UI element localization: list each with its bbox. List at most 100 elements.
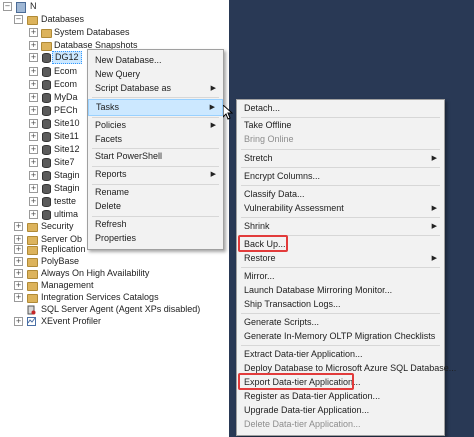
menu-item-detach[interactable]: Detach...: [237, 101, 444, 116]
menu-item-mirror[interactable]: Mirror...: [237, 269, 444, 284]
plus-icon[interactable]: +: [29, 132, 38, 141]
menu-item-label: Register as Data-tier Application...: [244, 391, 381, 401]
menu-item-label: Launch Database Mirroring Monitor...: [244, 285, 393, 295]
menu-item-ship-transaction-logs[interactable]: Ship Transaction Logs...: [237, 297, 444, 312]
plus-icon[interactable]: +: [14, 281, 23, 290]
menu-item-policies[interactable]: Policies ▶: [88, 118, 223, 133]
plus-icon[interactable]: +: [29, 93, 38, 102]
menu-item-label: Properties: [95, 233, 137, 243]
menu-item-start-powershell[interactable]: Start PowerShell: [88, 149, 223, 164]
plus-icon[interactable]: +: [14, 222, 23, 231]
plus-icon[interactable]: +: [29, 197, 38, 206]
plus-icon[interactable]: +: [29, 53, 38, 62]
menu-item-restore[interactable]: Restore ▶: [237, 251, 444, 266]
plus-icon[interactable]: +: [14, 317, 23, 326]
menu-item-classify-data[interactable]: Classify Data...: [237, 187, 444, 202]
plus-icon[interactable]: +: [29, 28, 38, 37]
tree-node-label: Security: [41, 221, 74, 231]
menu-item-reports[interactable]: Reports ▶: [88, 167, 223, 182]
plus-icon[interactable]: +: [29, 210, 38, 219]
menu-item-label: Delete: [95, 201, 122, 211]
menu-separator: [241, 167, 440, 168]
menu-separator: [241, 267, 440, 268]
plus-icon[interactable]: +: [14, 257, 23, 266]
menu-item-launch-mirroring-monitor[interactable]: Launch Database Mirroring Monitor...: [237, 283, 444, 298]
folder-icon: [27, 236, 38, 245]
plus-icon[interactable]: +: [14, 269, 23, 278]
tree-node-label: Ecom: [54, 66, 78, 76]
menu-item-upgrade-data-tier[interactable]: Upgrade Data-tier Application...: [237, 403, 444, 418]
plus-icon[interactable]: +: [29, 184, 38, 193]
folder-icon: [27, 223, 38, 232]
minus-icon[interactable]: −: [14, 15, 23, 24]
menu-item-vulnerability-assessment[interactable]: Vulnerability Assessment ▶: [237, 201, 444, 216]
menu-item-label: Stretch: [244, 153, 273, 163]
menu-item-stretch[interactable]: Stretch ▶: [237, 151, 444, 166]
database-icon: [42, 67, 51, 77]
menu-item-tasks[interactable]: Tasks ▶: [88, 99, 223, 116]
menu-item-take-offline[interactable]: Take Offline: [237, 118, 444, 133]
plus-icon[interactable]: +: [29, 106, 38, 115]
plus-icon[interactable]: +: [29, 80, 38, 89]
menu-item-label: Generate Scripts...: [244, 317, 320, 327]
menu-item-label: Upgrade Data-tier Application...: [244, 405, 370, 415]
plus-icon[interactable]: +: [29, 119, 38, 128]
menu-item-label: Ship Transaction Logs...: [244, 299, 341, 309]
database-icon: [42, 80, 51, 90]
tree-node-label: PECh: [54, 105, 78, 115]
menu-item-label: Take Offline: [244, 120, 292, 130]
menu-item-generate-scripts[interactable]: Generate Scripts...: [237, 315, 444, 330]
plus-icon[interactable]: +: [29, 145, 38, 154]
menu-item-new-database[interactable]: New Database...: [88, 53, 223, 68]
menu-item-label: Bring Online: [244, 134, 294, 144]
database-icon: [42, 53, 51, 63]
highlight-callout-backup: [238, 235, 288, 252]
menu-item-label: Vulnerability Assessment: [244, 203, 344, 213]
plus-icon[interactable]: +: [29, 171, 38, 180]
minus-icon[interactable]: −: [3, 2, 12, 11]
database-icon: [42, 171, 51, 181]
menu-item-extract-data-tier[interactable]: Extract Data-tier Application...: [237, 347, 444, 362]
folder-icon: [27, 16, 38, 25]
tree-node-label: MyDa: [54, 92, 78, 102]
menu-item-delete[interactable]: Delete: [88, 199, 223, 214]
chevron-right-icon: ▶: [210, 121, 216, 129]
database-icon: [42, 184, 51, 194]
menu-item-shrink[interactable]: Shrink ▶: [237, 219, 444, 234]
database-icon: [42, 119, 51, 129]
tree-node-label: Databases: [41, 14, 85, 24]
menu-item-label: Generate In-Memory OLTP Migration Checkl…: [244, 331, 436, 341]
tree-node-label: System Databases: [54, 27, 130, 37]
menu-item-encrypt-columns[interactable]: Encrypt Columns...: [237, 169, 444, 184]
menu-item-generate-oltp-checklists[interactable]: Generate In-Memory OLTP Migration Checkl…: [237, 329, 444, 344]
chevron-right-icon: ▶: [209, 103, 215, 111]
plus-icon[interactable]: +: [29, 67, 38, 76]
menu-item-label: Rename: [95, 187, 130, 197]
menu-separator: [241, 345, 440, 346]
menu-item-properties[interactable]: Properties: [88, 231, 223, 246]
database-icon: [42, 132, 51, 142]
server-icon: [16, 2, 26, 13]
menu-item-register-data-tier[interactable]: Register as Data-tier Application...: [237, 389, 444, 404]
plus-icon[interactable]: +: [14, 293, 23, 302]
plus-icon[interactable]: +: [14, 245, 23, 254]
plus-icon[interactable]: +: [29, 158, 38, 167]
menu-separator: [241, 313, 440, 314]
database-icon: [42, 145, 51, 155]
menu-item-rename[interactable]: Rename: [88, 185, 223, 200]
folder-icon: [27, 270, 38, 279]
menu-item-delete-data-tier: Delete Data-tier Application...: [237, 417, 444, 432]
menu-item-label: Facets: [95, 134, 123, 144]
chevron-right-icon: ▶: [431, 222, 437, 230]
menu-item-new-query[interactable]: New Query: [88, 67, 223, 82]
menu-item-label: Reports: [95, 169, 127, 179]
menu-item-refresh[interactable]: Refresh: [88, 217, 223, 232]
server-name: N: [30, 1, 37, 11]
menu-item-script-database-as[interactable]: Script Database as ▶: [88, 81, 223, 96]
folder-icon: [41, 29, 52, 38]
plus-icon[interactable]: +: [14, 235, 23, 244]
menu-item-label: Script Database as: [95, 83, 172, 93]
plus-icon[interactable]: +: [29, 41, 38, 50]
menu-item-facets[interactable]: Facets: [88, 132, 223, 147]
tree-node-label: Site7: [54, 157, 75, 167]
